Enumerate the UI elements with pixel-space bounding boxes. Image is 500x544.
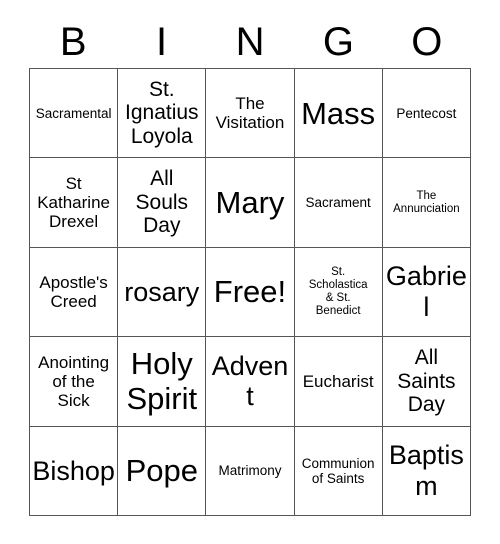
bingo-header-letter-i: I xyxy=(156,20,168,64)
bingo-cell[interactable]: Apostle's Creed xyxy=(28,246,119,338)
bingo-cell[interactable]: Advent xyxy=(205,336,295,427)
bingo-cell-label: Matrimony xyxy=(218,463,282,479)
bingo-cell[interactable]: rosary xyxy=(117,246,207,338)
bingo-row: Apostle's Creed rosary Free! St. Scholastica &… xyxy=(28,246,472,338)
bingo-cell[interactable]: Matrimony xyxy=(205,425,295,516)
bingo-row: Anointing of the Sick Holy Spirit Advent Eucha… xyxy=(28,336,472,427)
bingo-cell-label: Advent xyxy=(211,350,289,412)
bingo-header-letter-o: O xyxy=(411,20,443,64)
bingo-cell-label: Anointing of the Sick xyxy=(38,352,110,410)
bingo-row: St Katharine Drexel All Souls Day Mary Sacramen… xyxy=(28,157,472,248)
bingo-cell-label: The Annunciation xyxy=(393,189,460,215)
bingo-cell[interactable]: Baptism xyxy=(381,425,472,516)
bingo-cell-label: St. Scholastica & St. Benedict xyxy=(308,266,368,317)
bingo-header-letter-g: G xyxy=(322,20,354,64)
bingo-cell-label: Baptism xyxy=(388,440,464,501)
bingo-cell-label: Pentecost xyxy=(396,105,457,121)
bingo-cell[interactable]: St. Ignatius Loyola xyxy=(117,67,207,159)
bingo-cell-label: Sacrament xyxy=(305,194,371,210)
bingo-cell-free[interactable]: Free! xyxy=(205,246,295,338)
bingo-cell[interactable]: Sacrament xyxy=(293,157,383,248)
bingo-cell-label: Sacramental xyxy=(35,105,112,121)
bingo-cell[interactable]: The Annunciation xyxy=(381,157,472,248)
bingo-cell-label: rosary xyxy=(124,276,200,307)
bingo-cell[interactable]: Sacramental xyxy=(28,67,119,159)
bingo-cell-label: Pope xyxy=(125,453,198,489)
bingo-cell-label: All Saints Day xyxy=(397,345,456,417)
bingo-cell-label: All Souls Day xyxy=(135,167,189,238)
bingo-cell-label: Communion of Saints xyxy=(301,455,375,486)
bingo-cell-label: Eucharist xyxy=(302,371,374,391)
bingo-cell-label: Mass xyxy=(301,95,376,131)
bingo-cell[interactable]: Bishop xyxy=(28,425,119,516)
bingo-cell[interactable]: Mary xyxy=(205,157,295,248)
bingo-card: B I N G O Sacramental St. Ignatius Loyola The Vis… xyxy=(0,0,500,544)
bingo-header-letter-n: N xyxy=(235,20,265,64)
bingo-cell-label: Bishop xyxy=(32,455,115,486)
bingo-cell[interactable]: Pope xyxy=(117,425,207,516)
bingo-cell[interactable]: Anointing of the Sick xyxy=(28,336,119,427)
bingo-cell-label: The Visitation xyxy=(215,93,285,133)
bingo-cell[interactable]: St Katharine Drexel xyxy=(28,157,119,248)
bingo-row: Sacramental St. Ignatius Loyola The Visitatio… xyxy=(28,67,472,159)
bingo-cell-label: Apostle's Creed xyxy=(39,272,108,311)
bingo-grid: Sacramental St. Ignatius Loyola The Visitatio… xyxy=(28,67,472,516)
bingo-cell-label: St. Ignatius Loyola xyxy=(125,77,199,149)
bingo-cell[interactable]: Eucharist xyxy=(293,336,383,427)
bingo-cell[interactable]: St. Scholastica & St. Benedict xyxy=(293,246,383,338)
bingo-cell-label: Free! xyxy=(213,274,287,310)
bingo-cell[interactable]: Communion of Saints xyxy=(293,425,383,516)
bingo-cell[interactable]: Pentecost xyxy=(381,67,472,159)
bingo-cell[interactable]: All Souls Day xyxy=(117,157,207,248)
bingo-cell-label: Gabriel xyxy=(385,261,467,322)
bingo-header: BINGO xyxy=(29,16,471,68)
bingo-cell-label: Holy Spirit xyxy=(126,346,198,417)
bingo-cell[interactable]: All Saints Day xyxy=(381,336,472,427)
bingo-cell[interactable]: The Visitation xyxy=(205,67,295,159)
bingo-cell[interactable]: Holy Spirit xyxy=(117,336,207,427)
bingo-header-letter-b: B xyxy=(59,20,87,64)
bingo-row: Bishop Pope Matrimony Communion of Saints Bap… xyxy=(28,425,472,516)
bingo-grid-body: Sacramental St. Ignatius Loyola The Visitatio… xyxy=(28,67,472,516)
bingo-cell[interactable]: Gabriel xyxy=(381,246,472,338)
bingo-cell[interactable]: Mass xyxy=(293,67,383,159)
bingo-cell-label: Mary xyxy=(215,185,285,221)
bingo-cell-label: St Katharine Drexel xyxy=(37,173,110,232)
